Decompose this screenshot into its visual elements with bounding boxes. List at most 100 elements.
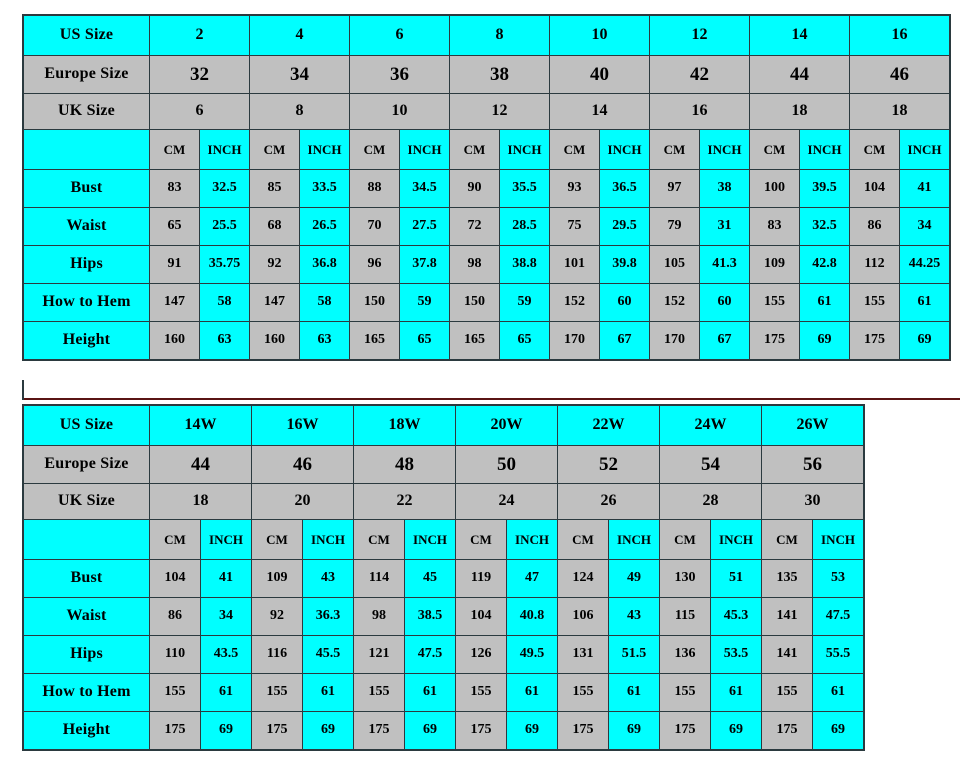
hips-cm-value[interactable]: 96 [349,245,400,284]
bust-cm-value[interactable]: 114 [353,559,405,598]
bust-cm-value[interactable]: 104 [149,559,201,598]
waist-cm-value[interactable]: 86 [849,207,900,246]
height-cm-value[interactable]: 160 [149,321,200,361]
waist-inch-value[interactable]: 40.8 [506,597,558,636]
bust-cm-value[interactable]: 83 [149,169,200,208]
uk-size-value[interactable]: 6 [149,93,250,130]
uk-size-value[interactable]: 18 [149,483,252,520]
height-inch-value[interactable]: 69 [200,711,252,751]
europe-size-value[interactable]: 54 [659,445,762,484]
height-cm-value[interactable]: 175 [749,321,800,361]
uk-size-value[interactable]: 18 [849,93,951,130]
how-to-hem-cm-value[interactable]: 147 [249,283,300,322]
how-to-hem-cm-value[interactable]: 155 [353,673,405,712]
europe-size-value[interactable]: 42 [649,55,750,94]
waist-inch-value[interactable]: 38.5 [404,597,456,636]
waist-inch-value[interactable]: 28.5 [499,207,550,246]
waist-cm-value[interactable]: 72 [449,207,500,246]
bust-inch-value[interactable]: 51 [710,559,762,598]
bust-inch-value[interactable]: 47 [506,559,558,598]
hips-cm-value[interactable]: 109 [749,245,800,284]
bust-cm-value[interactable]: 88 [349,169,400,208]
height-cm-value[interactable]: 165 [349,321,400,361]
how-to-hem-inch-value[interactable]: 61 [506,673,558,712]
waist-cm-value[interactable]: 65 [149,207,200,246]
bust-cm-value[interactable]: 130 [659,559,711,598]
hips-inch-value[interactable]: 55.5 [812,635,865,674]
us-size-value[interactable]: 8 [449,14,550,56]
waist-cm-value[interactable]: 68 [249,207,300,246]
uk-size-value[interactable]: 24 [455,483,558,520]
height-inch-value[interactable]: 65 [399,321,450,361]
europe-size-value[interactable]: 32 [149,55,250,94]
how-to-hem-inch-value[interactable]: 61 [710,673,762,712]
europe-size-value[interactable]: 46 [251,445,354,484]
europe-size-value[interactable]: 34 [249,55,350,94]
hips-cm-value[interactable]: 141 [761,635,813,674]
how-to-hem-cm-value[interactable]: 152 [649,283,700,322]
how-to-hem-inch-value[interactable]: 61 [404,673,456,712]
uk-size-value[interactable]: 28 [659,483,762,520]
bust-cm-value[interactable]: 97 [649,169,700,208]
uk-size-value[interactable]: 26 [557,483,660,520]
hips-inch-value[interactable]: 43.5 [200,635,252,674]
hips-inch-value[interactable]: 47.5 [404,635,456,674]
hips-cm-value[interactable]: 121 [353,635,405,674]
bust-cm-value[interactable]: 104 [849,169,900,208]
us-size-value[interactable]: 14 [749,14,850,56]
bust-inch-value[interactable]: 53 [812,559,865,598]
us-size-value[interactable]: 10 [549,14,650,56]
bust-inch-value[interactable]: 49 [608,559,660,598]
uk-size-value[interactable]: 14 [549,93,650,130]
how-to-hem-cm-value[interactable]: 155 [455,673,507,712]
waist-inch-value[interactable]: 34 [200,597,252,636]
waist-inch-value[interactable]: 47.5 [812,597,865,636]
europe-size-value[interactable]: 40 [549,55,650,94]
us-size-value[interactable]: 16W [251,404,354,446]
hips-cm-value[interactable]: 101 [549,245,600,284]
bust-cm-value[interactable]: 93 [549,169,600,208]
waist-cm-value[interactable]: 92 [251,597,303,636]
europe-size-value[interactable]: 56 [761,445,865,484]
height-inch-value[interactable]: 69 [799,321,850,361]
hips-inch-value[interactable]: 38.8 [499,245,550,284]
uk-size-value[interactable]: 20 [251,483,354,520]
europe-size-value[interactable]: 46 [849,55,951,94]
height-inch-value[interactable]: 69 [506,711,558,751]
how-to-hem-inch-value[interactable]: 59 [499,283,550,322]
how-to-hem-inch-value[interactable]: 61 [302,673,354,712]
waist-cm-value[interactable]: 106 [557,597,609,636]
uk-size-value[interactable]: 22 [353,483,456,520]
height-inch-value[interactable]: 69 [812,711,865,751]
height-inch-value[interactable]: 63 [199,321,250,361]
us-size-value[interactable]: 4 [249,14,350,56]
how-to-hem-inch-value[interactable]: 61 [799,283,850,322]
uk-size-value[interactable]: 30 [761,483,865,520]
hips-inch-value[interactable]: 49.5 [506,635,558,674]
bust-inch-value[interactable]: 41 [899,169,951,208]
height-cm-value[interactable]: 175 [761,711,813,751]
waist-inch-value[interactable]: 32.5 [799,207,850,246]
waist-inch-value[interactable]: 25.5 [199,207,250,246]
bust-inch-value[interactable]: 38 [699,169,750,208]
how-to-hem-inch-value[interactable]: 61 [608,673,660,712]
height-inch-value[interactable]: 69 [899,321,951,361]
waist-inch-value[interactable]: 43 [608,597,660,636]
height-inch-value[interactable]: 63 [299,321,350,361]
uk-size-value[interactable]: 8 [249,93,350,130]
us-size-value[interactable]: 14W [149,404,252,446]
hips-inch-value[interactable]: 41.3 [699,245,750,284]
how-to-hem-cm-value[interactable]: 155 [761,673,813,712]
europe-size-value[interactable]: 38 [449,55,550,94]
height-inch-value[interactable]: 69 [302,711,354,751]
bust-inch-value[interactable]: 39.5 [799,169,850,208]
height-cm-value[interactable]: 170 [649,321,700,361]
waist-inch-value[interactable]: 27.5 [399,207,450,246]
height-inch-value[interactable]: 69 [404,711,456,751]
europe-size-value[interactable]: 36 [349,55,450,94]
hips-cm-value[interactable]: 98 [449,245,500,284]
height-cm-value[interactable]: 175 [659,711,711,751]
bust-cm-value[interactable]: 90 [449,169,500,208]
height-cm-value[interactable]: 175 [849,321,900,361]
europe-size-value[interactable]: 48 [353,445,456,484]
